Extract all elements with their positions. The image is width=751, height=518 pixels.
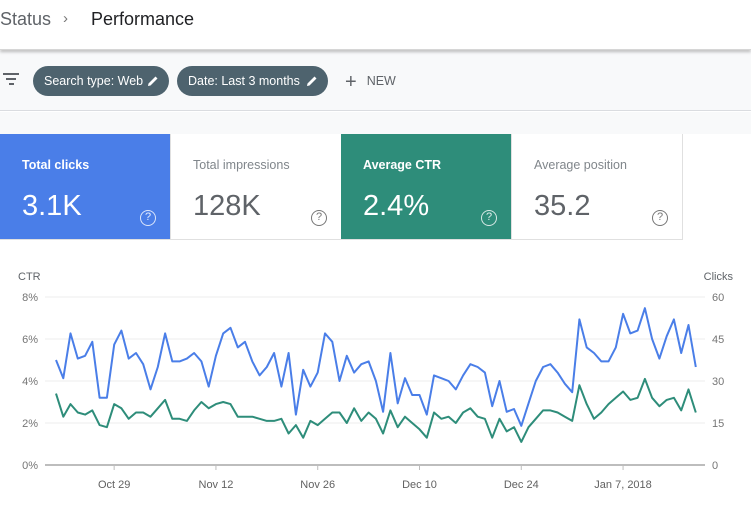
x-tick-label: Nov 26 xyxy=(300,479,335,491)
x-tick-label: Dec 24 xyxy=(504,479,539,491)
help-icon[interactable]: ? xyxy=(311,210,327,226)
right-tick-label: 15 xyxy=(712,418,724,430)
left-tick-label: 6% xyxy=(22,334,38,346)
date-range-chip[interactable]: Date: Last 3 months xyxy=(177,66,328,96)
metric-card-average-ctr[interactable]: Average CTR 2.4% ? xyxy=(341,134,512,240)
search-type-chip[interactable]: Search type: Web xyxy=(33,66,169,96)
filter-icon[interactable] xyxy=(3,73,19,85)
help-icon[interactable]: ? xyxy=(652,210,668,226)
page-title: Performance xyxy=(91,9,195,29)
performance-chart: CTR Clicks 0% 2% 4% 6% 8% 0 15 30 45 60 Oct 29 No… xyxy=(0,260,751,513)
right-tick-label: 30 xyxy=(712,376,724,388)
metric-card-total-impressions[interactable]: Total impressions 128K ? xyxy=(171,134,342,240)
left-tick-label: 8% xyxy=(22,292,38,304)
left-axis-label: CTR xyxy=(18,271,41,283)
chevron-right-icon: › xyxy=(63,10,68,27)
chip-label: Date: Last 3 months xyxy=(188,74,300,88)
new-label: NEW xyxy=(366,74,396,88)
pencil-icon[interactable] xyxy=(146,74,160,88)
spacer xyxy=(0,112,751,134)
plus-icon: + xyxy=(345,70,357,93)
metric-label: Total clicks xyxy=(22,158,90,172)
series-line-ctr xyxy=(55,377,697,443)
left-tick-label: 4% xyxy=(22,376,38,388)
right-axis-label: Clicks xyxy=(704,271,734,283)
x-tick-label: Oct 29 xyxy=(98,479,130,491)
right-tick-label: 0 xyxy=(712,460,718,472)
x-tick-label: Dec 10 xyxy=(402,479,437,491)
right-tick-label: 45 xyxy=(712,334,724,346)
metric-value: 35.2 xyxy=(534,190,591,222)
metric-card-average-position[interactable]: Average position 35.2 ? xyxy=(512,134,683,240)
help-icon[interactable]: ? xyxy=(481,210,497,226)
metric-card-total-clicks[interactable]: Total clicks 3.1K ? xyxy=(0,134,171,240)
metric-label: Average CTR xyxy=(363,158,442,172)
left-tick-label: 2% xyxy=(22,418,38,430)
chart-svg: CTR Clicks 0% 2% 4% 6% 8% 0 15 30 45 60 Oct 29 No… xyxy=(18,271,734,491)
chip-label: Search type: Web xyxy=(44,74,144,88)
help-icon[interactable]: ? xyxy=(140,210,156,226)
x-tick-label: Jan 7, 2018 xyxy=(594,479,652,491)
page-header: Status › Performance xyxy=(0,0,751,50)
pencil-icon[interactable] xyxy=(305,74,319,88)
metric-label: Average position xyxy=(534,158,627,172)
x-tick-label: Nov 12 xyxy=(199,479,234,491)
metric-value: 128K xyxy=(193,190,261,222)
series-line-clicks xyxy=(55,307,697,427)
metric-value: 2.4% xyxy=(363,190,430,222)
filter-bar: Search type: Web Date: Last 3 months + NE… xyxy=(0,51,751,111)
metric-value: 3.1K xyxy=(22,190,82,222)
breadcrumb-parent[interactable]: Status xyxy=(0,9,51,30)
left-tick-label: 0% xyxy=(22,460,38,472)
metric-label: Total impressions xyxy=(193,158,290,172)
new-filter-button[interactable]: + NEW xyxy=(345,66,396,96)
right-tick-label: 60 xyxy=(712,292,724,304)
